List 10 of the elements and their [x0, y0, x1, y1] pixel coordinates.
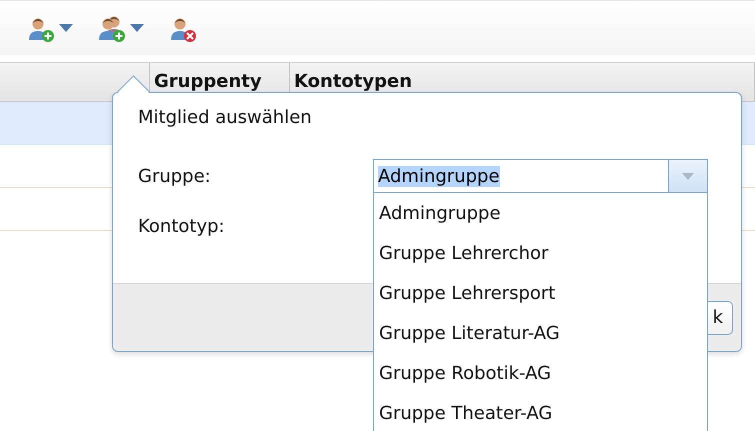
dialog-title: Mitglied auswählen	[138, 107, 313, 128]
field-label: Gruppe:	[138, 166, 212, 186]
dropdown-option[interactable]: Gruppe Robotik-AG	[374, 353, 707, 393]
group-combobox[interactable]: Admingruppe	[373, 159, 708, 193]
add-group-icon	[99, 14, 126, 42]
dropdown-option[interactable]: Gruppe Lehrerchor	[374, 233, 707, 273]
field-label: Kontotyp:	[138, 216, 226, 236]
dropdown-option[interactable]: Gruppe Theater-AG	[374, 393, 707, 431]
dropdown-option[interactable]: Admingruppe	[374, 193, 707, 233]
combo-value: Admingruppe	[378, 166, 500, 186]
